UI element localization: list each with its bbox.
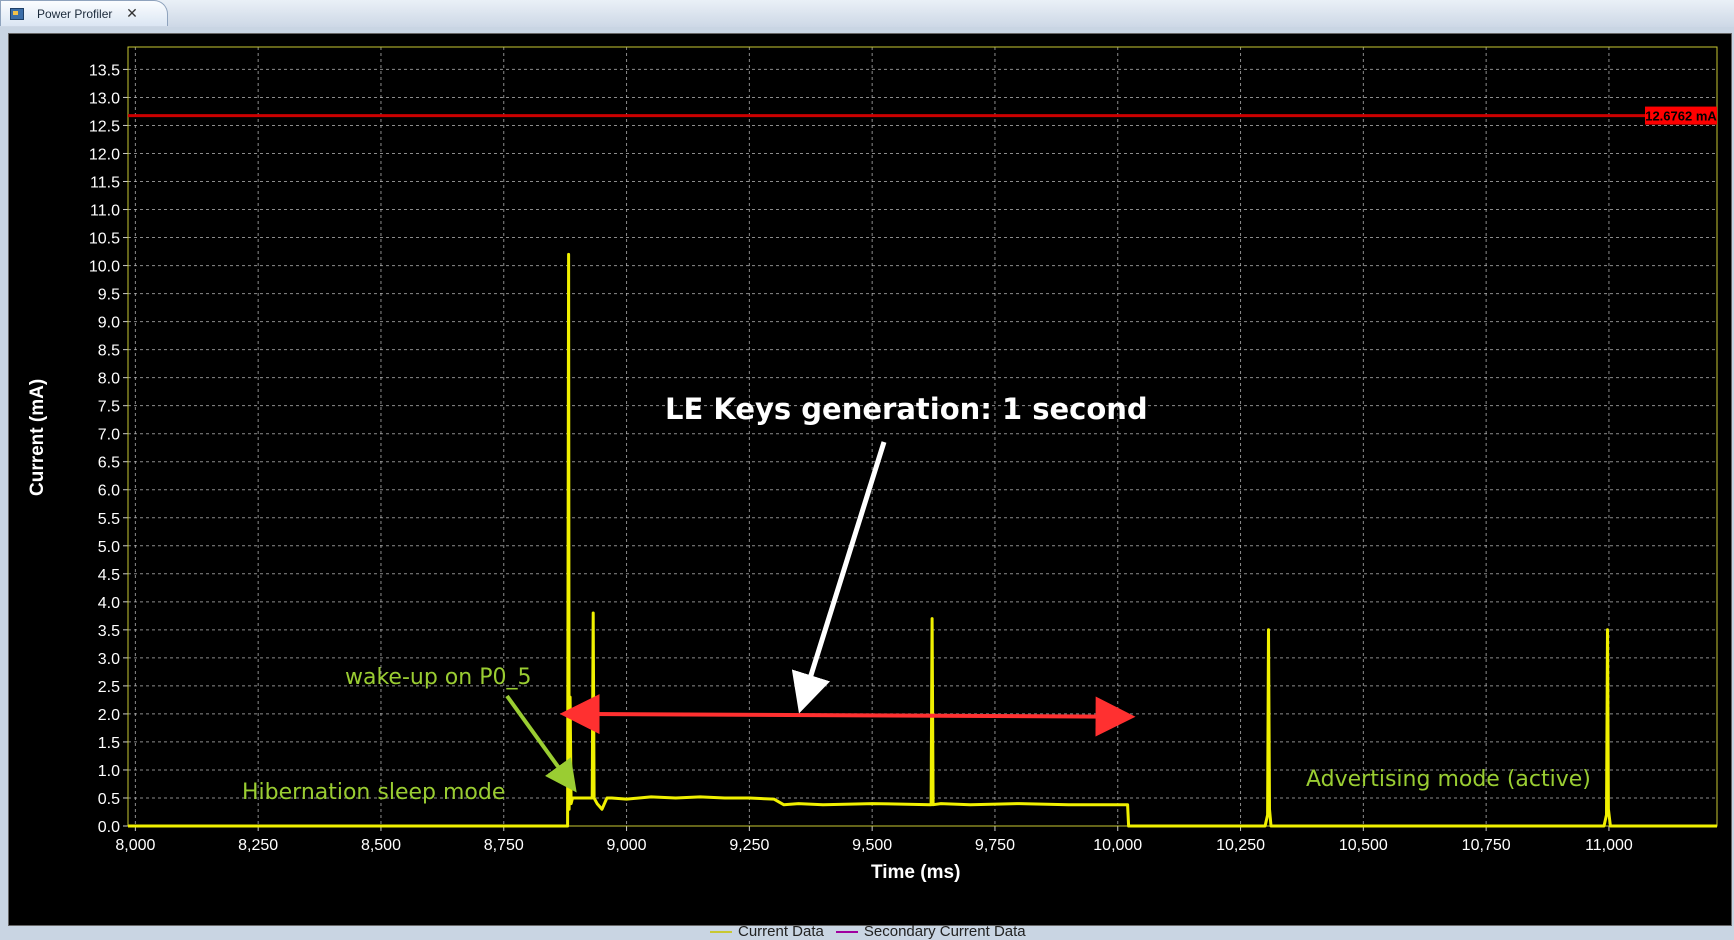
plot-border [127, 46, 1718, 827]
y-tick-label: 3.0 [98, 651, 120, 668]
y-tick-label: 2.5 [98, 679, 120, 696]
annotation-advertising: Advertising mode (active) [1306, 767, 1591, 792]
y-axis-title: Current (mA) [27, 378, 48, 496]
y-tick-label: 0.5 [98, 791, 120, 808]
y-tick-label: 8.5 [98, 343, 120, 360]
x-tick-label: 8,000 [115, 837, 155, 854]
threshold-label: 12.6762 mA [1645, 109, 1717, 124]
x-tick-label: 9,500 [852, 837, 892, 854]
y-tick-label: 8.0 [98, 371, 120, 388]
legend-item-current[interactable]: Current Data [710, 923, 824, 940]
y-tick-label: 9.0 [98, 315, 120, 332]
duration-arrow [559, 694, 1136, 737]
legend-swatch-current [710, 930, 732, 933]
y-tick-label: 0.0 [98, 819, 120, 836]
x-tick-label: 10,000 [1093, 837, 1142, 854]
y-tick-label: 2.0 [98, 707, 120, 724]
y-tick-label: 12.5 [89, 118, 120, 135]
y-tick-label: 3.5 [98, 623, 120, 640]
x-tick-label: 9,000 [607, 837, 647, 854]
x-tick-label: 10,500 [1339, 837, 1388, 854]
tab-label: Power Profiler [37, 7, 113, 21]
x-tick-label: 10,250 [1216, 837, 1265, 854]
x-tick-label: 8,500 [361, 837, 401, 854]
series-current-data [128, 252, 1717, 828]
y-tick-label: 5.5 [98, 511, 120, 528]
x-axis-title: Time (ms) [871, 862, 961, 883]
legend-swatch-secondary [835, 930, 858, 933]
y-tick-label: 6.0 [98, 483, 120, 500]
chart-legend: Current Data Secondary Current Data [710, 923, 1026, 940]
y-tick-label: 10.0 [89, 259, 120, 276]
y-tick-label: 10.5 [89, 231, 120, 248]
annotation-hibernation: Hibernation sleep mode [242, 780, 506, 805]
x-tick-label: 8,750 [484, 837, 524, 854]
y-tick-label: 13.0 [89, 90, 120, 107]
x-tick-label: 9,250 [729, 837, 769, 854]
y-tick-label: 12.0 [89, 146, 120, 163]
y-tick-label: 1.5 [98, 735, 120, 752]
y-tick-label: 13.5 [89, 62, 120, 79]
annotation-le-keys: LE Keys generation: 1 second [665, 392, 1148, 426]
y-tick-label: 5.0 [98, 539, 120, 556]
y-tick-label: 9.5 [98, 287, 120, 304]
x-tick-label: 9,750 [975, 837, 1015, 854]
x-tick-label: 10,750 [1462, 837, 1511, 854]
y-tick-label: 11.5 [90, 175, 120, 192]
editor-tab-strip: Power Profiler ✕ [0, 0, 1734, 28]
x-tick-label: 11,000 [1585, 837, 1633, 854]
legend-label-secondary: Secondary Current Data [863, 923, 1026, 940]
y-tick-label: 1.0 [98, 763, 120, 780]
legend-label-current: Current Data [738, 923, 824, 940]
y-tick-label: 4.0 [98, 595, 120, 612]
y-tick-label: 11.0 [90, 203, 120, 220]
le-keys-pointer-arrow [791, 441, 887, 714]
annotation-wake-up: wake-up on P0_5 [345, 665, 532, 690]
wake-up-pointer-arrow [505, 694, 577, 793]
y-tick-label: 6.5 [98, 455, 120, 472]
x-tick-label: 8,250 [238, 837, 278, 854]
y-tick-label: 4.5 [98, 567, 120, 584]
legend-item-secondary[interactable]: Secondary Current Data [835, 923, 1026, 940]
close-icon[interactable]: ✕ [124, 5, 140, 21]
tab-power-profiler[interactable]: Power Profiler ✕ [0, 0, 168, 26]
power-profiler-panel: 8,000 8,250 8,500 8,750 9,000 9,250 9,500 9,750… [0, 27, 1734, 940]
chart-area: 8,000 8,250 8,500 8,750 9,000 9,250 9,500 9,750… [8, 33, 1732, 926]
app-window-icon [10, 8, 24, 20]
y-tick-label: 7.5 [98, 399, 120, 416]
y-tick-label: 7.0 [98, 427, 120, 444]
